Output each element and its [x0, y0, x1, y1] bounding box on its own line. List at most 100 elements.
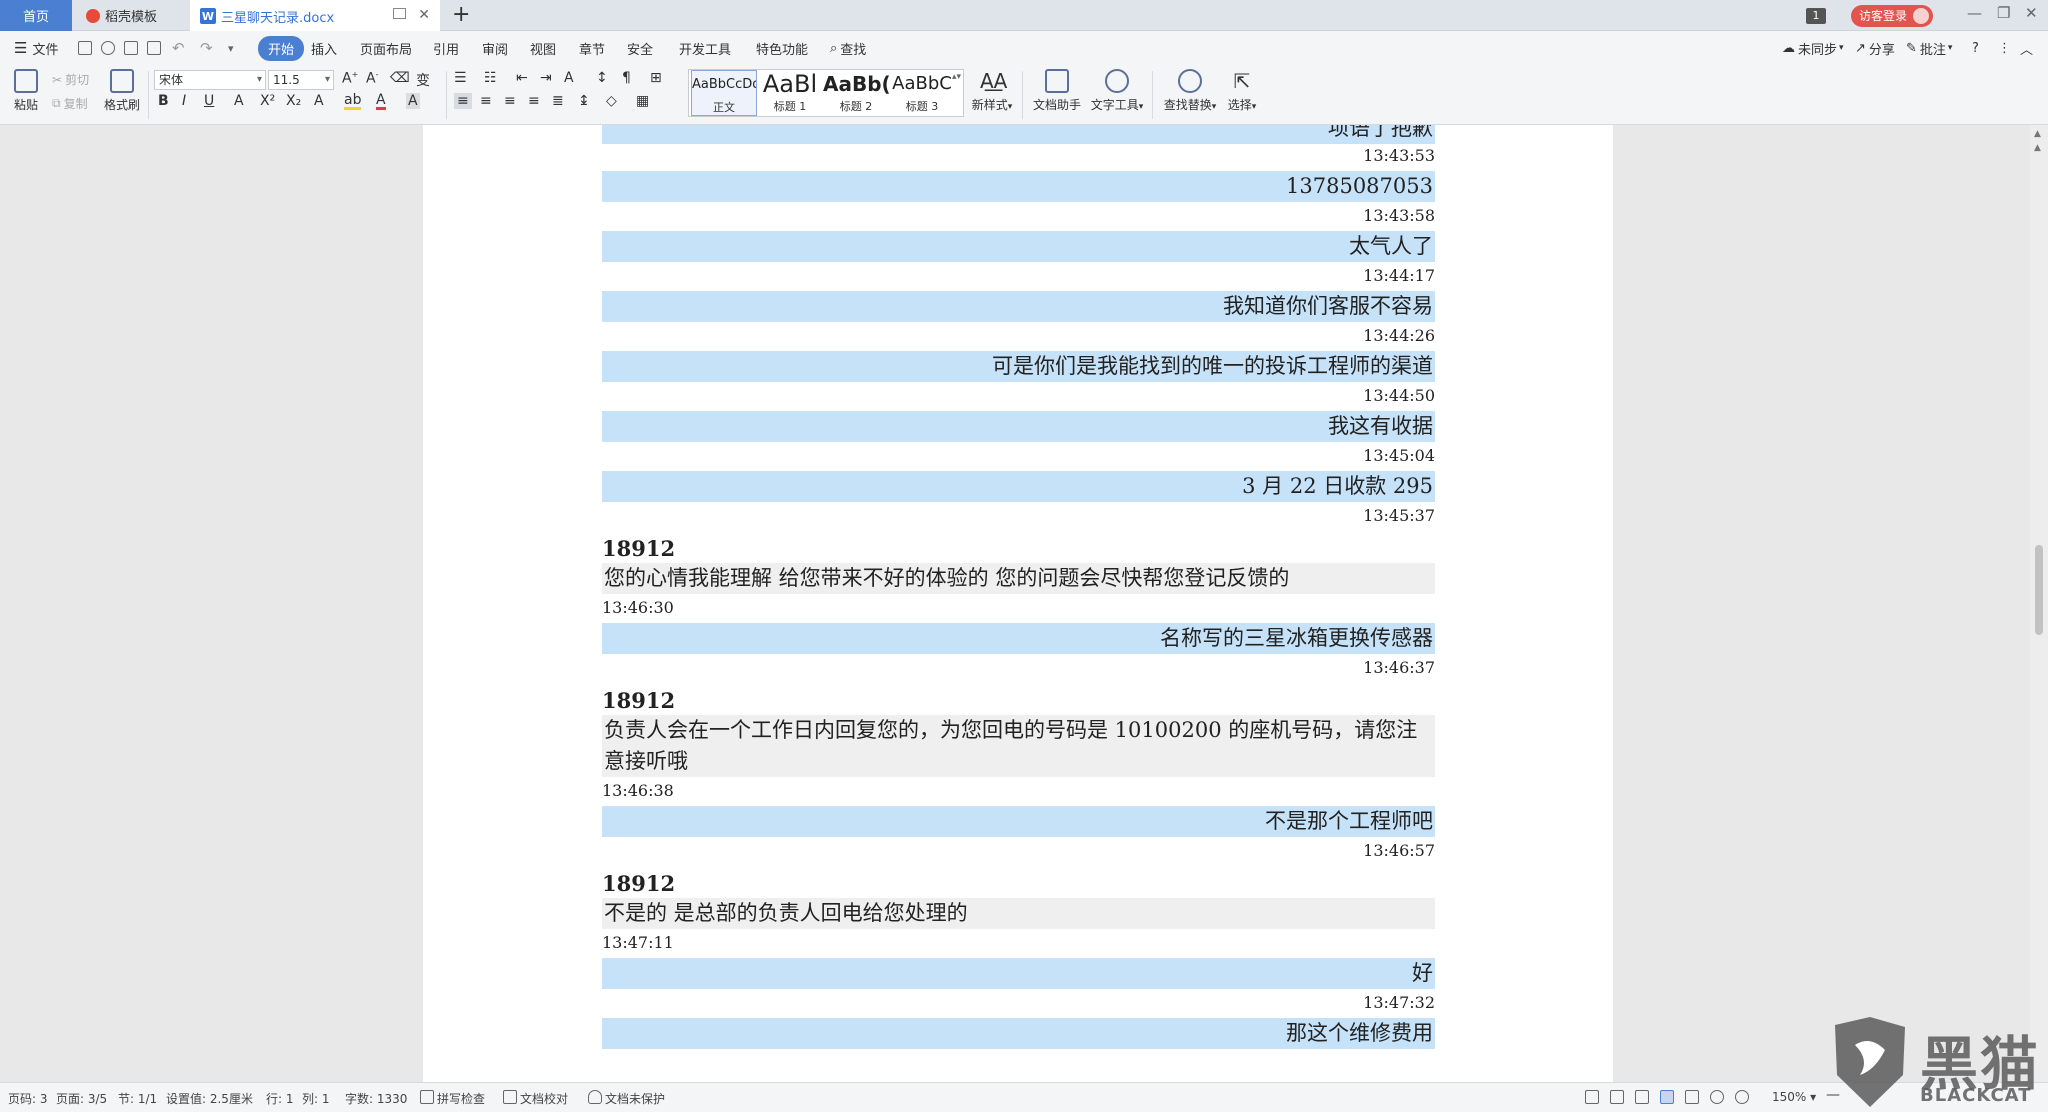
- new-tab-button[interactable]: +: [452, 2, 470, 27]
- quick-access-dropdown-icon[interactable]: ▾: [228, 31, 234, 65]
- style-normal[interactable]: AaBbCcDd 正文: [691, 70, 757, 116]
- style-heading-3[interactable]: AaBbC 标题 3: [889, 70, 955, 116]
- read-mode-icon[interactable]: [1610, 1090, 1624, 1104]
- guest-login-button[interactable]: 访客登录: [1851, 0, 1934, 31]
- save-icon[interactable]: [78, 41, 92, 55]
- close-tab-icon[interactable]: ✕: [418, 7, 430, 23]
- protect-status-button[interactable]: 文档未保护: [605, 1090, 665, 1107]
- line-spacing-icon[interactable]: ↨: [578, 93, 590, 109]
- border-icon[interactable]: ▦: [636, 93, 649, 109]
- style-gallery-scroll-icon[interactable]: ▴▾: [952, 72, 961, 82]
- strikethrough-icon[interactable]: A: [234, 93, 244, 109]
- sort-icon[interactable]: ↕: [596, 70, 608, 86]
- menu-security[interactable]: 安全: [627, 31, 653, 65]
- output-pdf-icon[interactable]: [101, 41, 115, 55]
- decrease-indent-icon[interactable]: ⇤: [516, 70, 528, 86]
- bullet-list-icon[interactable]: ☰: [454, 70, 467, 86]
- menu-special[interactable]: 特色功能: [756, 31, 808, 65]
- menu-view[interactable]: 视图: [530, 31, 556, 65]
- tab-template[interactable]: 稻壳模板: [78, 0, 188, 31]
- eye-protection-icon[interactable]: [1735, 1090, 1749, 1104]
- align-left-icon[interactable]: ≡: [454, 93, 472, 109]
- vertical-scrollbar[interactable]: ▲ ▲: [2030, 125, 2048, 1082]
- write-mode-icon[interactable]: [1635, 1090, 1649, 1104]
- status-word-count[interactable]: 字数: 1330: [345, 1090, 407, 1107]
- window-count-badge[interactable]: 1: [1806, 0, 1826, 31]
- select-button[interactable]: ⇱ 选择▾: [1222, 69, 1262, 113]
- char-shading-icon[interactable]: A: [406, 93, 420, 109]
- tab-home[interactable]: 首页: [0, 0, 72, 31]
- status-col[interactable]: 列: 1: [302, 1090, 330, 1107]
- align-center-icon[interactable]: ≡: [480, 93, 492, 109]
- close-window-icon[interactable]: ✕: [2025, 4, 2038, 22]
- style-heading-1[interactable]: AaBl 标题 1: [757, 70, 823, 116]
- menu-references[interactable]: 引用: [433, 31, 459, 65]
- document-page[interactable]: 项语了抱歉 13:43:53 13785087053 13:43:58 太气人了 13:…: [423, 125, 1613, 1082]
- text-effect-icon[interactable]: A: [314, 93, 324, 109]
- new-style-button[interactable]: A͟A 新样式▾: [968, 69, 1016, 113]
- font-color-icon[interactable]: A: [376, 93, 386, 110]
- sync-status-button[interactable]: ☁ 未同步 ▾: [1782, 31, 1844, 65]
- cut-button[interactable]: ✂ 剪切: [52, 71, 89, 88]
- status-row[interactable]: 行: 1: [266, 1090, 294, 1107]
- highlight-icon[interactable]: ab: [344, 93, 362, 110]
- redo-icon[interactable]: ↷: [200, 31, 213, 65]
- menu-review[interactable]: 审阅: [482, 31, 508, 65]
- format-painter-button[interactable]: 格式刷: [102, 69, 142, 113]
- zoom-select[interactable]: 150% ▾: [1772, 1090, 1816, 1104]
- comment-button[interactable]: ✎ 批注 ▾: [1906, 31, 1952, 65]
- menu-developer[interactable]: 开发工具: [679, 31, 731, 65]
- increase-indent-icon[interactable]: ⇥: [540, 70, 552, 86]
- justify-icon[interactable]: ≡: [528, 93, 540, 109]
- doc-assistant-button[interactable]: 文档助手: [1030, 69, 1084, 113]
- fullscreen-icon[interactable]: [1585, 1090, 1599, 1104]
- numbered-list-icon[interactable]: ☷: [484, 70, 497, 86]
- menu-chapter[interactable]: 章节: [579, 31, 605, 65]
- share-button[interactable]: ↗ 分享: [1855, 31, 1895, 65]
- more-icon[interactable]: ⋮: [1998, 31, 2011, 65]
- proofread-button[interactable]: 文档校对: [520, 1090, 568, 1107]
- outline-view-icon[interactable]: [1685, 1090, 1699, 1104]
- grow-font-icon[interactable]: A+: [342, 70, 358, 87]
- tab-document[interactable]: W 三星聊天记录.docx ✕: [190, 0, 440, 32]
- phonetic-guide-icon[interactable]: 变: [416, 70, 430, 90]
- shrink-font-icon[interactable]: A-: [366, 70, 378, 87]
- scroll-page-up-icon[interactable]: ▲: [2034, 143, 2041, 153]
- print-preview-icon[interactable]: [147, 41, 161, 55]
- menu-home[interactable]: 开始: [258, 31, 305, 65]
- distributed-icon[interactable]: ≣: [552, 93, 564, 109]
- file-menu[interactable]: ☰ 文件: [14, 31, 58, 65]
- text-tools-button[interactable]: 文字工具▾: [1088, 69, 1146, 113]
- web-view-icon[interactable]: [1710, 1090, 1724, 1104]
- superscript-icon[interactable]: X²: [260, 93, 275, 109]
- underline-icon[interactable]: U: [204, 93, 214, 109]
- scroll-up-icon[interactable]: ▲: [2034, 129, 2041, 139]
- restore-window-icon[interactable]: [393, 8, 406, 19]
- show-marks-icon[interactable]: ¶: [622, 70, 631, 86]
- font-size-select[interactable]: 11.5: [268, 70, 334, 90]
- align-right-icon[interactable]: ≡: [504, 93, 516, 109]
- menu-insert[interactable]: 插入: [311, 31, 337, 65]
- maximize-icon[interactable]: ❐: [1997, 4, 2010, 22]
- find-replace-button[interactable]: 查找替换▾: [1160, 69, 1220, 113]
- bold-icon[interactable]: B: [158, 93, 169, 109]
- chinese-layout-icon[interactable]: A: [564, 70, 574, 86]
- subscript-icon[interactable]: X₂: [286, 93, 301, 109]
- help-icon[interactable]: ?: [1972, 31, 1979, 65]
- print-icon[interactable]: [124, 41, 138, 55]
- minimize-icon[interactable]: —: [1967, 4, 1982, 22]
- style-heading-2[interactable]: AaBb( 标题 2: [823, 70, 889, 116]
- zoom-out-icon[interactable]: —: [1826, 1087, 1840, 1103]
- menu-page-layout[interactable]: 页面布局: [360, 31, 412, 65]
- scrollbar-thumb[interactable]: [2035, 545, 2043, 635]
- clear-format-icon[interactable]: ⌫: [390, 70, 410, 86]
- status-setting[interactable]: 设置值: 2.5厘米: [166, 1090, 253, 1107]
- paste-button[interactable]: 粘贴: [10, 69, 42, 113]
- status-pages[interactable]: 页面: 3/5: [56, 1090, 107, 1107]
- page-view-icon[interactable]: [1660, 1090, 1674, 1104]
- font-name-select[interactable]: 宋体: [154, 70, 266, 90]
- table-layout-icon[interactable]: ⊞: [650, 70, 662, 86]
- status-section[interactable]: 节: 1/1: [118, 1090, 157, 1107]
- menu-search[interactable]: ⌕ 查找: [830, 31, 866, 65]
- spell-check-button[interactable]: 拼写检查: [437, 1090, 485, 1107]
